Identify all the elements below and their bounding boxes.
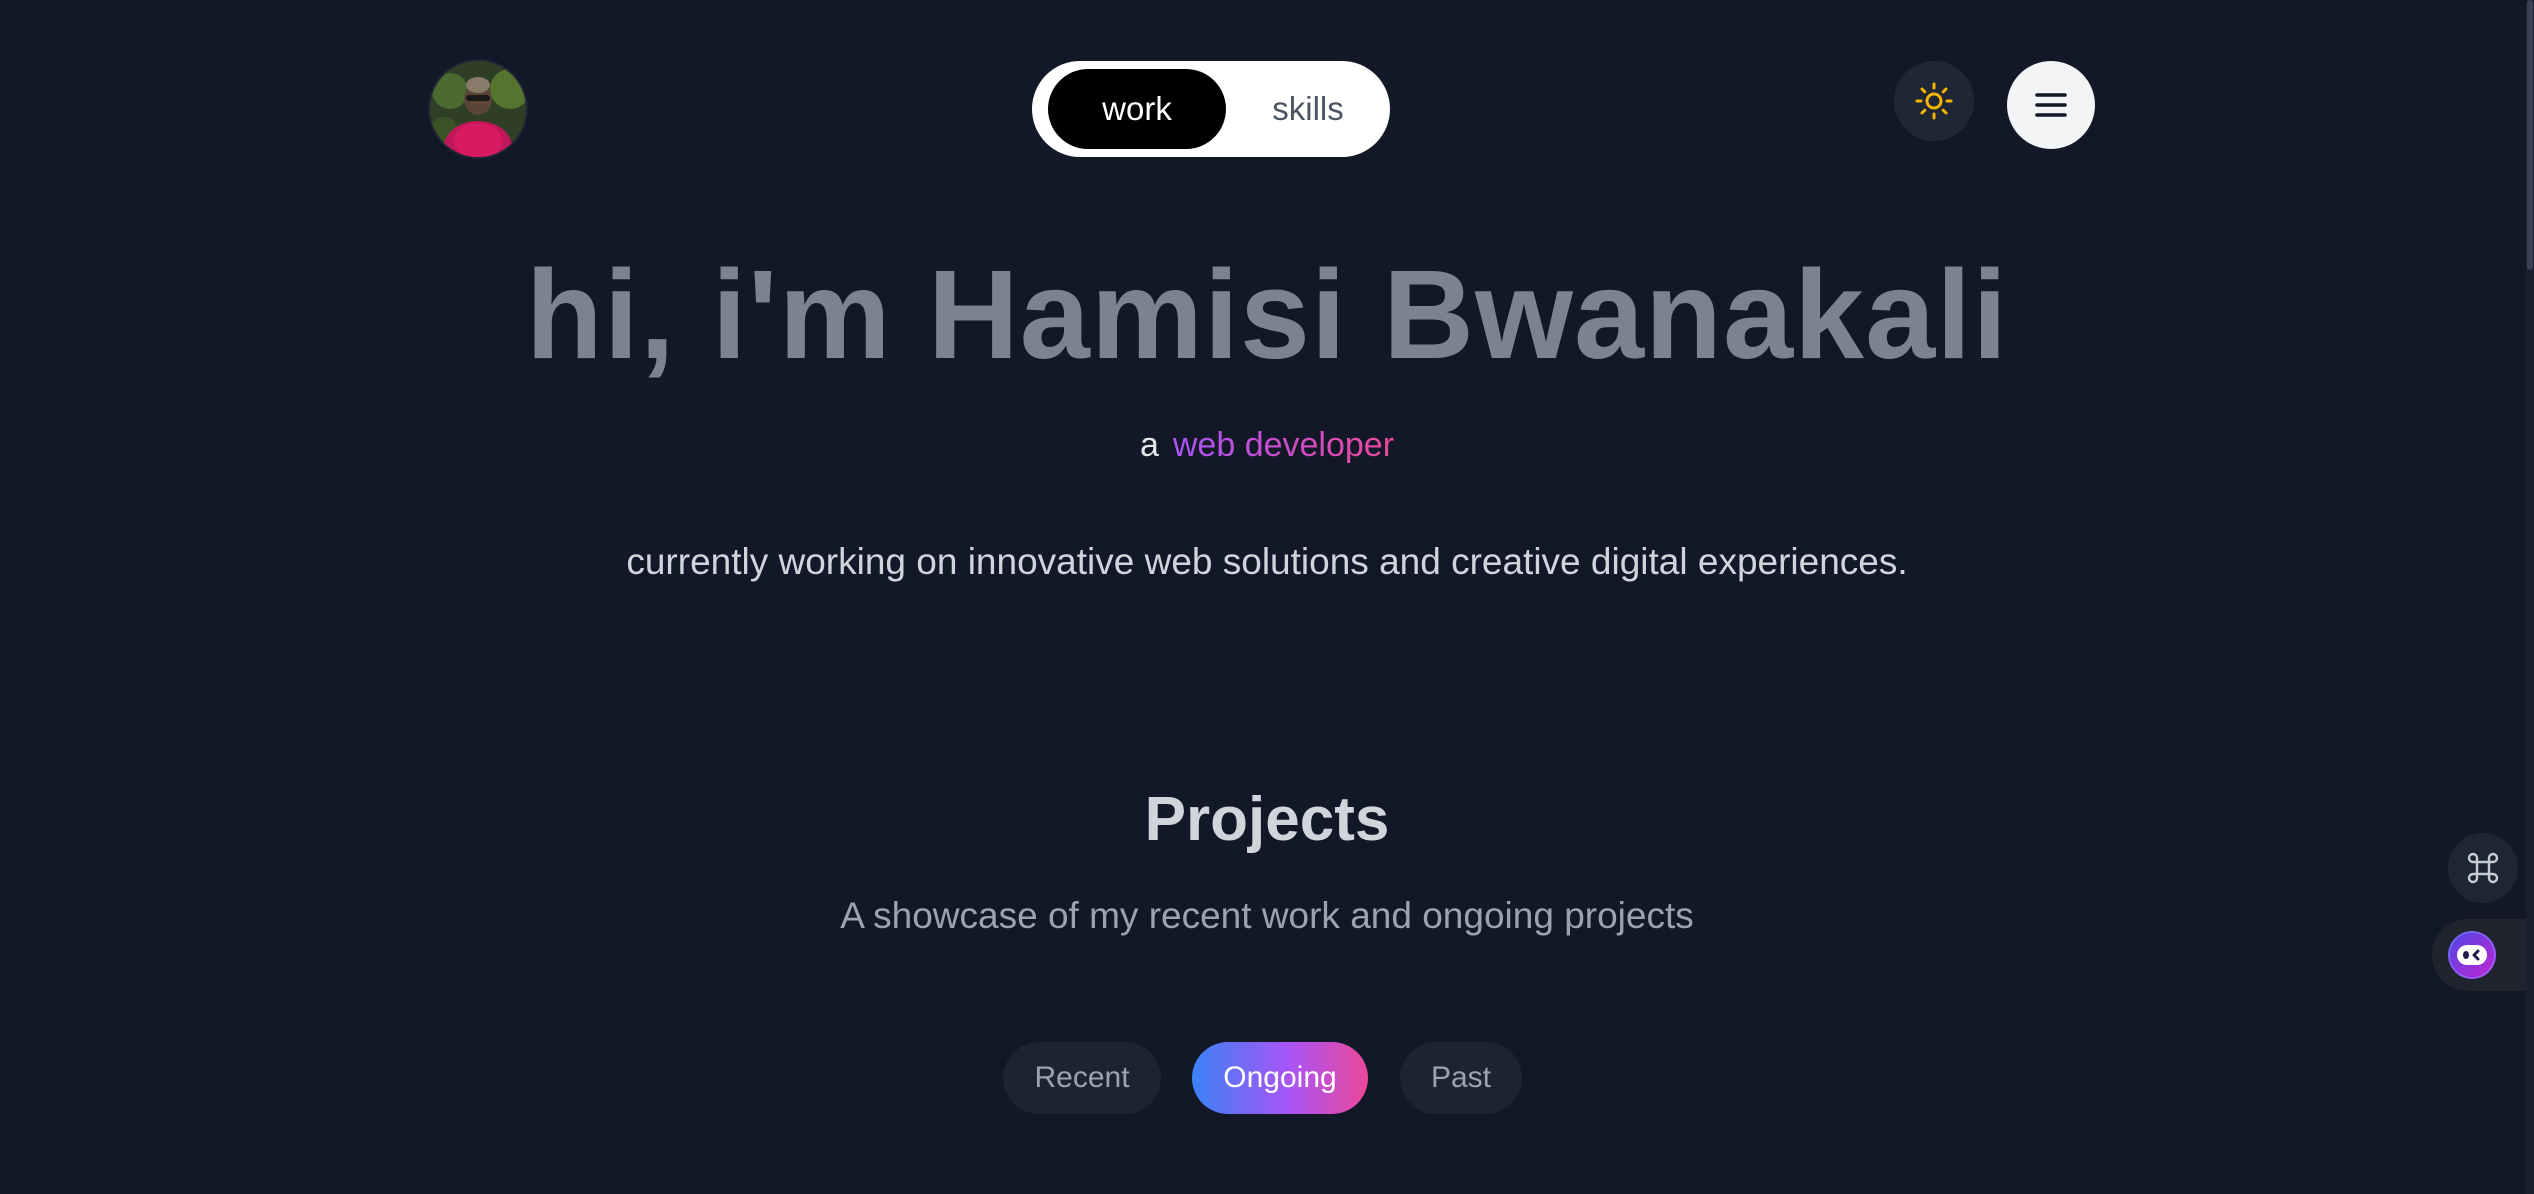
hero-description: currently working on innovative web solu… <box>626 541 1908 582</box>
hero-subtitle: a web developer <box>0 420 2534 470</box>
tab-ongoing[interactable]: Ongoing <box>1192 1042 1368 1114</box>
hero-role: web developer <box>1172 426 1395 464</box>
hero-title: hi, i'm Hamisi Bwanakali <box>525 244 2009 385</box>
scrollbar-thumb[interactable] <box>2527 0 2533 270</box>
command-key-icon <box>2466 851 2500 885</box>
projects-title: Projects <box>1144 785 1390 854</box>
projects-subtitle: A showcase of my recent work and ongoing… <box>840 895 1694 936</box>
view-toggle: work skills <box>1032 61 1390 157</box>
tab-recent[interactable]: Recent <box>1003 1042 1161 1114</box>
command-palette-button[interactable] <box>2448 833 2518 903</box>
tab-past[interactable]: Past <box>1400 1042 1522 1114</box>
sun-icon <box>1914 81 1954 121</box>
toggle-skills[interactable]: skills <box>1238 69 1378 149</box>
hamburger-menu-icon <box>2034 90 2068 120</box>
avatar[interactable] <box>430 61 526 157</box>
toggle-work[interactable]: work <box>1048 69 1226 149</box>
avatar-image <box>430 61 526 157</box>
hero-prefix: a <box>1139 426 1159 464</box>
theme-toggle-button[interactable] <box>1894 61 1974 141</box>
menu-button[interactable] <box>2007 61 2095 149</box>
chatbot-widget[interactable] <box>2432 919 2534 991</box>
chatbot-icon <box>2448 931 2496 979</box>
scrollbar-track[interactable] <box>2526 0 2534 1194</box>
page: work skills hi, i'm Hamisi Bwanakali a w… <box>0 0 2534 1194</box>
